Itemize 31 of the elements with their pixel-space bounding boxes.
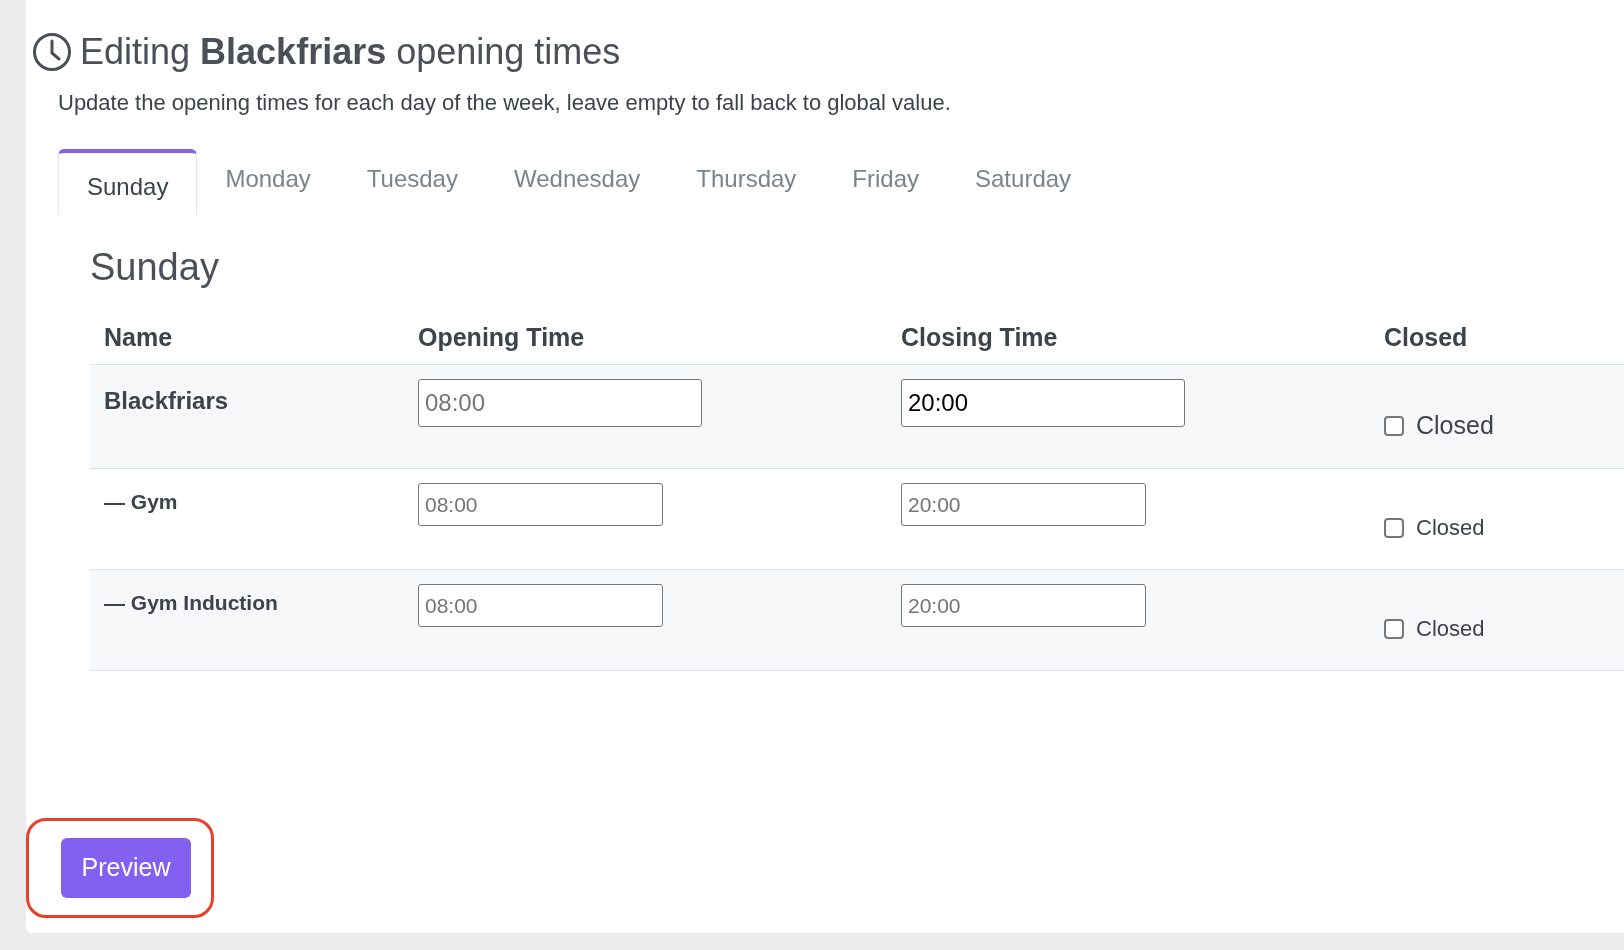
day-tab[interactable]: Monday (197, 149, 339, 215)
checkbox-label: Closed (1416, 615, 1485, 643)
column-header: Name (104, 322, 173, 353)
preview-button[interactable]: Preview (61, 838, 191, 898)
time-field[interactable]: 20:00 (901, 379, 1185, 427)
column-header: Closed (1384, 322, 1468, 353)
time-field[interactable]: 08:00 (418, 584, 663, 627)
checkbox[interactable] (1384, 618, 1404, 639)
time-field[interactable]: 08:00 (418, 379, 702, 427)
location-name: — Gym Induction (104, 590, 278, 616)
day-tab[interactable]: Sunday (58, 149, 198, 215)
page-description: Update the opening times for each day of the week, leave empty to fall back to global value. (58, 89, 952, 117)
checkbox-label: Closed (1416, 410, 1494, 441)
location-name: Blackfriars (104, 386, 229, 416)
page-title: Editing Blackfriars opening times (80, 30, 621, 74)
time-field[interactable]: 08:00 (418, 483, 663, 526)
checkbox-label: Closed (1416, 514, 1485, 542)
checkbox[interactable] (1384, 517, 1404, 538)
day-tab[interactable]: Saturday (947, 149, 1100, 215)
time-field[interactable]: 20:00 (901, 483, 1146, 526)
day-tab[interactable]: Wednesday (485, 149, 669, 215)
checkbox[interactable] (1384, 415, 1404, 436)
column-header: Closing Time (901, 322, 1058, 353)
clock-icon (32, 32, 72, 72)
day-tab[interactable]: Tuesday (338, 149, 486, 215)
day-tab[interactable]: Friday (824, 149, 947, 215)
time-field[interactable]: 20:00 (901, 584, 1146, 627)
location-name: — Gym (104, 489, 178, 515)
section-heading: Sunday (90, 245, 220, 290)
day-tab[interactable]: Thursday (668, 149, 825, 215)
column-header: Opening Time (418, 322, 585, 353)
